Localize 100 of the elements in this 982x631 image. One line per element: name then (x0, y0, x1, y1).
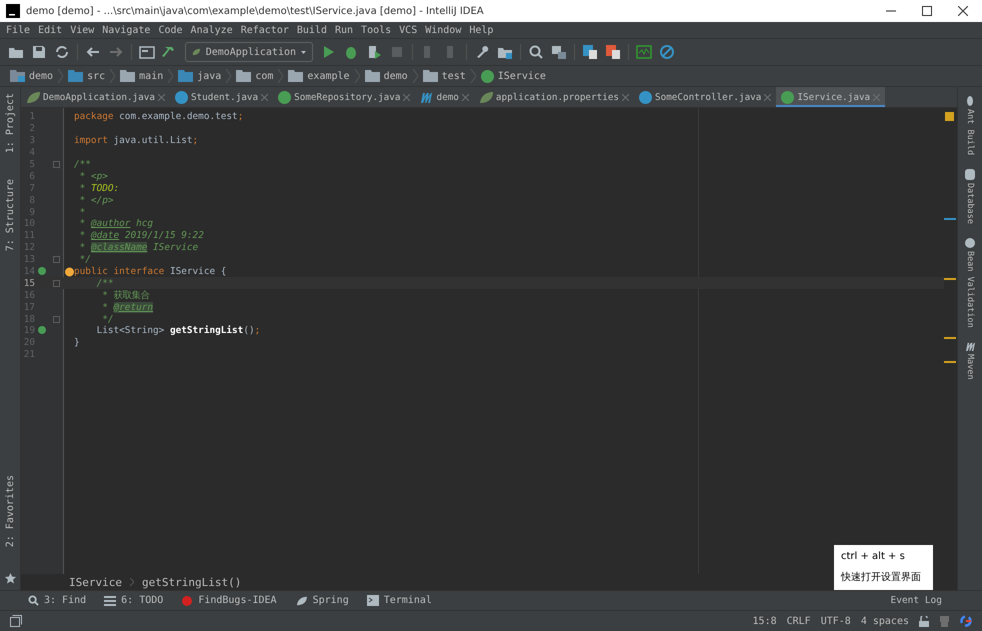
terminal-icon[interactable] (139, 44, 155, 60)
chevron-icon (354, 69, 360, 83)
folder-icon (178, 70, 194, 82)
editor-tab[interactable]: application.properties (474, 87, 634, 107)
app-logo-icon (6, 4, 20, 18)
tool-window-button[interactable]: 1: Project (4, 93, 16, 154)
status-item[interactable]: UTF-8 (820, 616, 851, 626)
editor-tab[interactable]: demo (415, 87, 474, 107)
breadcrumb-item[interactable]: test (422, 70, 466, 82)
class-icon (174, 90, 188, 104)
breadcrumb-item[interactable]: com (236, 70, 274, 82)
tool-window-label: 6: TODO (121, 595, 164, 606)
chevron-icon (58, 69, 64, 83)
close-icon[interactable] (958, 6, 968, 16)
tool-window-button[interactable]: Ant Build (965, 95, 975, 156)
implemented-marker-icon[interactable] (38, 326, 46, 336)
chevron-icon (226, 69, 232, 83)
breadcrumb-item[interactable]: IService (480, 70, 546, 82)
menu-item[interactable]: Navigate (102, 24, 150, 36)
tool-window-button[interactable]: Maven (964, 342, 976, 380)
menu-item[interactable]: Help (469, 24, 494, 36)
breadcrumb-item[interactable]: demo (10, 70, 54, 82)
tool-window-button[interactable]: 2: Favorites (4, 474, 16, 547)
fold-marker-icon[interactable] (52, 280, 60, 287)
breadcrumb-item[interactable]: example (288, 70, 350, 82)
editor-tab[interactable]: IService.java (776, 87, 886, 107)
folder-icon (120, 70, 136, 82)
breadcrumb-item[interactable]: src (68, 70, 106, 82)
breadcrumb-item[interactable]: main (120, 70, 164, 82)
chevron-icon (130, 578, 134, 586)
menu-item[interactable]: Edit (38, 24, 62, 36)
editor-tab[interactable]: DemoApplication.java (21, 87, 170, 107)
breadcrumb-item[interactable]: IService (69, 576, 122, 588)
menu-item[interactable]: Analyze (190, 24, 233, 36)
menu-item[interactable]: Build (296, 24, 327, 36)
tool-window-button[interactable]: Database (965, 169, 975, 224)
menu-item[interactable]: File (6, 24, 30, 36)
run-configuration-dropdown[interactable]: DemoApplication (185, 42, 313, 62)
menu-item[interactable]: Window (425, 24, 462, 36)
maven-icon (964, 342, 976, 351)
status-item[interactable]: 4 spaces (860, 616, 909, 626)
code-line: /** (74, 159, 91, 170)
editor-tab[interactable]: Student.java (170, 87, 274, 107)
breadcrumb-label: com (255, 70, 274, 82)
code-line: * TODO: (78, 182, 120, 194)
breadcrumb-item[interactable]: demo (364, 70, 408, 82)
stop-icon[interactable] (389, 44, 405, 60)
sync-icon[interactable] (54, 44, 70, 60)
menu-item[interactable]: Code (158, 24, 183, 36)
fold-marker-icon[interactable] (52, 161, 60, 168)
menu-item[interactable]: VCS (399, 24, 418, 36)
tool-window-label: 3: Find (44, 595, 86, 606)
editor-tab[interactable]: SomeRepository.java (273, 87, 416, 107)
tool-window-button[interactable]: Terminal (366, 595, 432, 606)
tool-window-button[interactable]: Bean Validation (965, 238, 975, 328)
tool-window-button[interactable]: Event Log (890, 595, 942, 606)
editor-tab[interactable]: SomeController.java (634, 87, 776, 107)
menu-item[interactable]: Refactor (240, 24, 289, 36)
lightbulb-icon[interactable] (65, 266, 74, 277)
tool-windows-toggle-icon[interactable] (10, 615, 22, 627)
menu-item[interactable]: View (70, 24, 94, 36)
coverage-icon[interactable] (366, 44, 382, 60)
class-icon (639, 90, 652, 104)
folder-icon (364, 70, 380, 82)
implemented-marker-icon[interactable] (38, 267, 46, 276)
save-icon[interactable] (31, 44, 47, 60)
chevron-icon (168, 69, 174, 83)
code-line: */ (78, 254, 91, 266)
search-icon[interactable] (528, 44, 544, 60)
tool-window-button[interactable]: 3: Find (28, 595, 86, 606)
breadcrumb-item[interactable]: getStringList() (142, 576, 242, 588)
caret-icon (301, 50, 306, 54)
code-line: /** (96, 278, 114, 289)
unlock-icon[interactable] (919, 616, 929, 626)
code-line: List<String> getStringList(); (96, 325, 260, 336)
status-item[interactable]: CRLF (786, 616, 811, 626)
tab-label: Student.java (190, 92, 258, 102)
fold-marker-icon[interactable] (52, 316, 60, 323)
breadcrumb-item[interactable]: java (178, 70, 222, 82)
interface-icon (278, 90, 292, 104)
folder-icon (68, 70, 84, 82)
status-item[interactable]: 15:8 (752, 616, 777, 626)
popup-text: 快速打开设置界面 (841, 570, 922, 584)
tab-label: SomeController.java (655, 92, 762, 102)
disable-icon[interactable] (659, 44, 675, 60)
tool-window-button[interactable]: Spring (294, 595, 349, 606)
tool-window-button[interactable]: 7: Structure (4, 179, 16, 252)
maximize-icon[interactable] (922, 6, 932, 16)
code-line: * (78, 206, 86, 218)
menu-item[interactable]: Tools (361, 24, 392, 36)
breadcrumb-label: java (197, 70, 222, 82)
menu-item[interactable]: Run (334, 24, 354, 36)
tool-window-button[interactable]: FindBugs-IDEA (181, 595, 277, 606)
monitor-icon[interactable] (636, 44, 652, 60)
code-line: * <p> (78, 170, 108, 182)
folder-icon (10, 70, 25, 82)
chevron-icon (278, 69, 284, 83)
leaf-icon (294, 596, 308, 606)
tool-window-button[interactable]: 6: TODO (104, 595, 164, 606)
fold-marker-icon[interactable] (52, 256, 60, 264)
